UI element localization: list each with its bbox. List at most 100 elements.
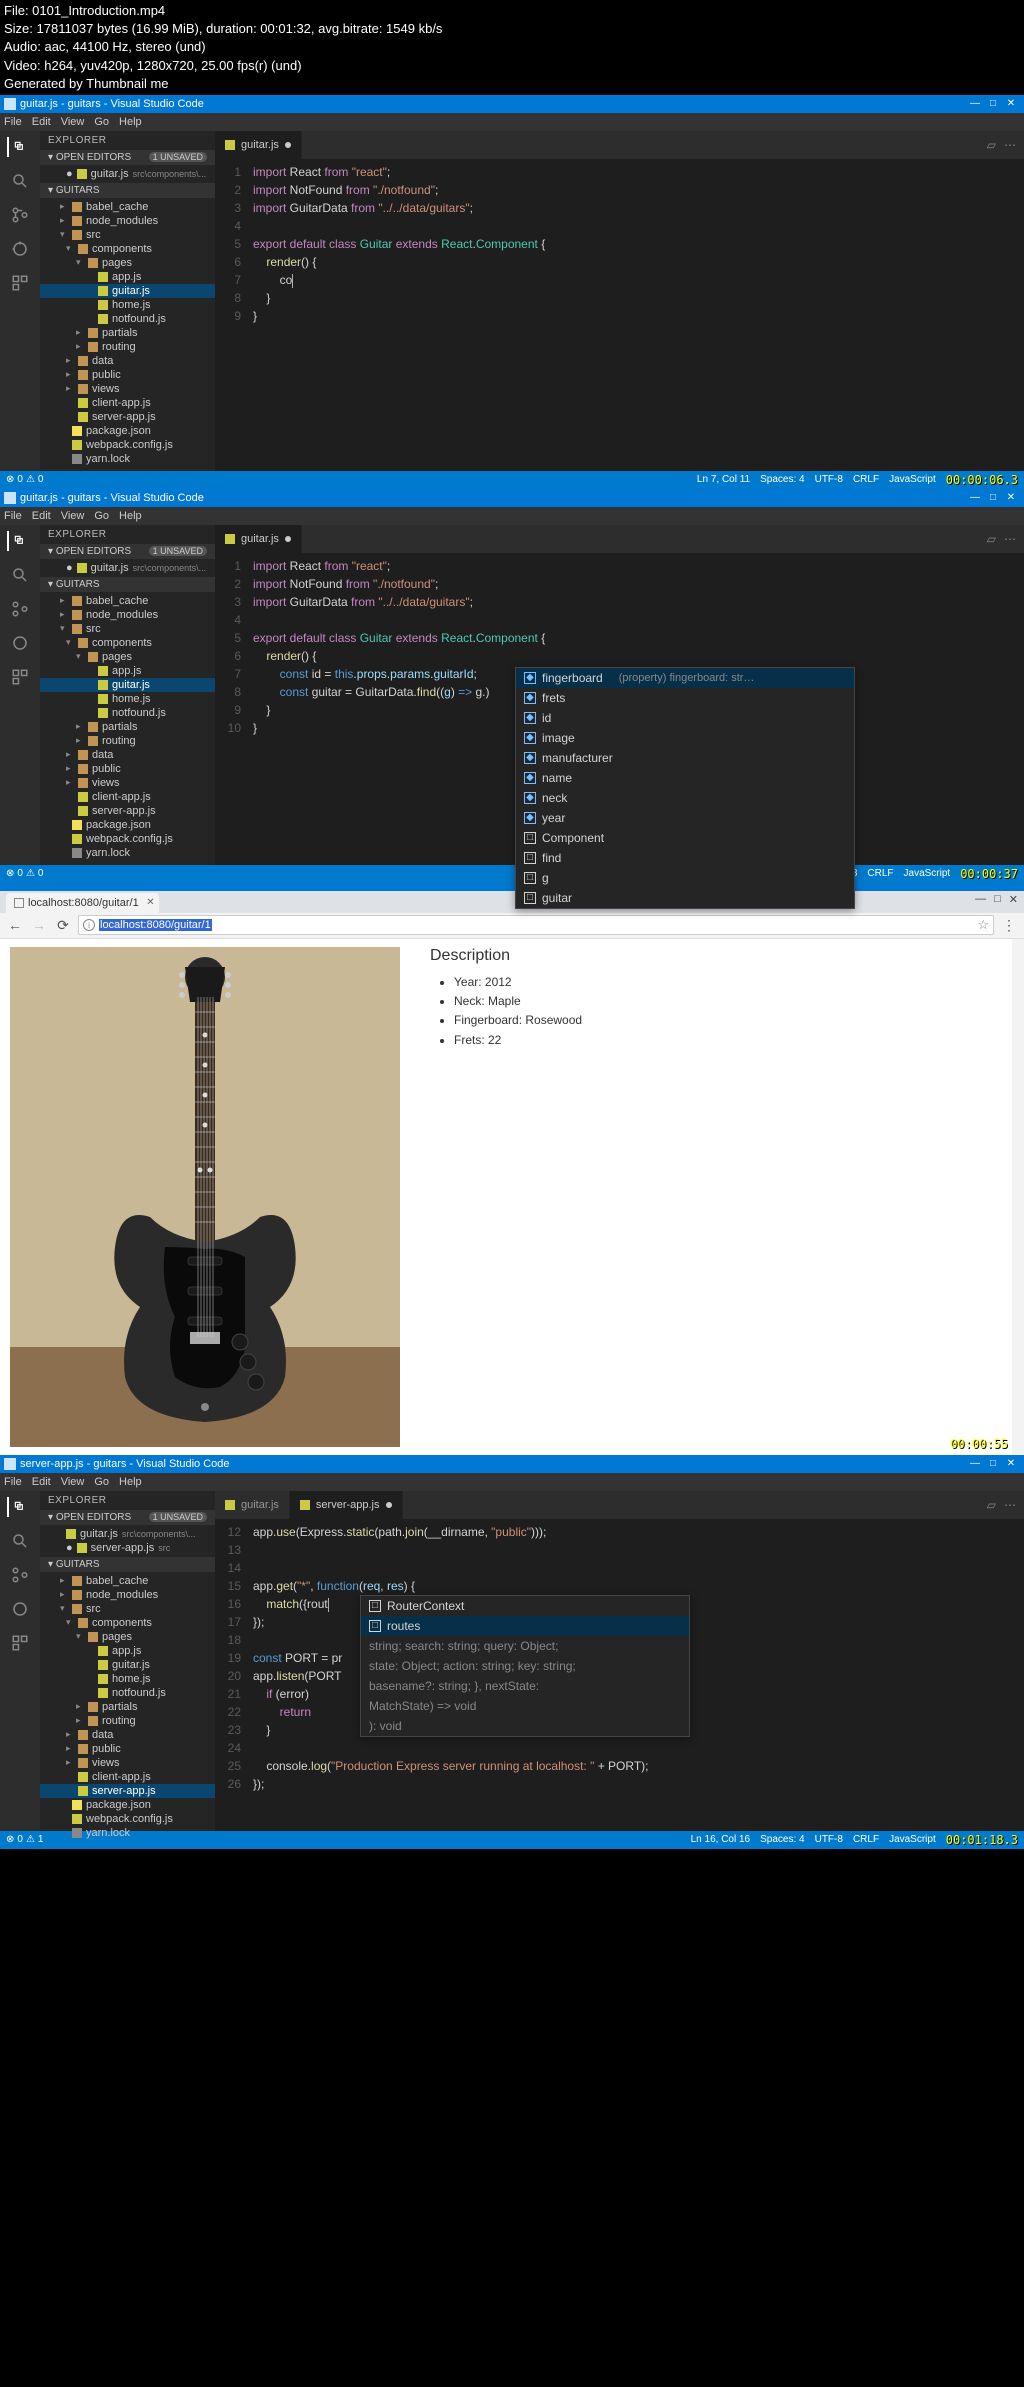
close-button[interactable]: ✕	[1002, 1455, 1020, 1473]
code-editor[interactable]: 12345678910 import React from "react"; i…	[215, 553, 1024, 741]
folder-item[interactable]: ▸babel_cache	[40, 1574, 215, 1588]
titlebar[interactable]: guitar.js - guitars - Visual Studio Code…	[0, 489, 1024, 507]
folder-item[interactable]: ▾src	[40, 622, 215, 636]
folder-item[interactable]: ▸node_modules	[40, 608, 215, 622]
folder-item[interactable]: ▸public	[40, 368, 215, 382]
status-lang[interactable]: JavaScript	[889, 1834, 936, 1845]
maximize-button[interactable]: □	[994, 893, 1001, 906]
explorer-icon[interactable]	[7, 531, 27, 551]
folder-item[interactable]: ▾components	[40, 636, 215, 650]
status-errors[interactable]: ⊗ 0 ⚠ 0	[6, 868, 43, 879]
status-spaces[interactable]: Spaces: 4	[760, 1834, 804, 1845]
intellisense-popup[interactable]: □RouterContext□routesstring; search: str…	[360, 1595, 690, 1737]
minimize-button[interactable]: —	[966, 95, 984, 113]
menu-file[interactable]: File	[4, 1476, 22, 1488]
menu-icon[interactable]: ⋮	[1000, 917, 1018, 934]
split-editor-icon[interactable]: ▱	[987, 138, 996, 152]
folder-item[interactable]: ▸views	[40, 1756, 215, 1770]
debug-icon[interactable]	[10, 633, 30, 653]
status-lang[interactable]: JavaScript	[904, 868, 951, 879]
maximize-button[interactable]: □	[984, 95, 1002, 113]
file-item[interactable]: server-app.js	[40, 410, 215, 424]
file-item[interactable]: package.json	[40, 818, 215, 832]
extensions-icon[interactable]	[10, 1633, 30, 1653]
search-icon[interactable]	[10, 171, 30, 191]
file-item[interactable]: package.json	[40, 424, 215, 438]
intellisense-item[interactable]: ◆image	[516, 728, 854, 748]
search-icon[interactable]	[10, 565, 30, 585]
menu-go[interactable]: Go	[94, 1476, 109, 1488]
explorer-icon[interactable]	[7, 137, 27, 157]
file-item[interactable]: guitar.js	[40, 1658, 215, 1672]
folder-item[interactable]: ▸partials	[40, 1700, 215, 1714]
intellisense-item[interactable]: ◆neck	[516, 788, 854, 808]
browser-tab[interactable]: localhost:8080/guitar/1 ✕	[6, 893, 159, 913]
project-header[interactable]: ▾ GUITARS	[40, 577, 215, 592]
menu-help[interactable]: Help	[119, 116, 142, 128]
scm-icon[interactable]	[10, 599, 30, 619]
folder-item[interactable]: ▾components	[40, 1616, 215, 1630]
status-encoding[interactable]: UTF-8	[815, 474, 843, 485]
file-item[interactable]: app.js	[40, 270, 215, 284]
debug-icon[interactable]	[10, 239, 30, 259]
folder-item[interactable]: ▸views	[40, 382, 215, 396]
open-editor-item[interactable]: ●guitar.js src\components\...	[40, 167, 215, 181]
folder-item[interactable]: ▾pages	[40, 256, 215, 270]
maximize-button[interactable]: □	[984, 489, 1002, 507]
open-editor-item[interactable]: ●server-app.js src	[40, 1541, 215, 1555]
back-button[interactable]: ←	[6, 917, 24, 933]
file-item[interactable]: app.js	[40, 1644, 215, 1658]
maximize-button[interactable]: □	[984, 1455, 1002, 1473]
status-eol[interactable]: CRLF	[867, 868, 893, 879]
minimize-button[interactable]: —	[966, 489, 984, 507]
tab-guitar-js[interactable]: guitar.js	[215, 1491, 290, 1519]
split-editor-icon[interactable]: ▱	[987, 1498, 996, 1512]
file-item[interactable]: home.js	[40, 1672, 215, 1686]
folder-item[interactable]: ▾src	[40, 1602, 215, 1616]
file-item[interactable]: home.js	[40, 298, 215, 312]
intellisense-item[interactable]: ◆year	[516, 808, 854, 828]
status-position[interactable]: Ln 7, Col 11	[697, 474, 750, 485]
scm-icon[interactable]	[10, 1565, 30, 1585]
file-item[interactable]: notfound.js	[40, 1686, 215, 1700]
folder-item[interactable]: ▸node_modules	[40, 214, 215, 228]
file-item[interactable]: notfound.js	[40, 706, 215, 720]
forward-button[interactable]: →	[30, 917, 48, 933]
status-spaces[interactable]: Spaces: 4	[760, 474, 804, 485]
file-item[interactable]: client-app.js	[40, 790, 215, 804]
folder-item[interactable]: ▸routing	[40, 734, 215, 748]
file-item[interactable]: webpack.config.js	[40, 832, 215, 846]
close-button[interactable]: ✕	[1002, 489, 1020, 507]
intellisense-item[interactable]: □g	[516, 868, 854, 888]
folder-item[interactable]: ▸views	[40, 776, 215, 790]
code-editor[interactable]: 123456789 import React from "react"; imp…	[215, 159, 1024, 329]
minimize-button[interactable]: —	[966, 1455, 984, 1473]
folder-item[interactable]: ▸data	[40, 1728, 215, 1742]
more-actions-icon[interactable]: ⋯	[1004, 532, 1016, 546]
titlebar[interactable]: server-app.js - guitars - Visual Studio …	[0, 1455, 1024, 1473]
file-item[interactable]: guitar.js	[40, 284, 215, 298]
reload-button[interactable]: ⟳	[54, 917, 72, 934]
folder-item[interactable]: ▸data	[40, 748, 215, 762]
menu-edit[interactable]: Edit	[32, 1476, 51, 1488]
address-bar[interactable]: i localhost:8080/guitar/1 ☆	[78, 915, 994, 935]
file-item[interactable]: yarn.lock	[40, 452, 215, 466]
status-errors[interactable]: ⊗ 0 ⚠ 1	[6, 1834, 43, 1845]
intellisense-item[interactable]: ◆name	[516, 768, 854, 788]
tab-close-icon[interactable]: ✕	[146, 897, 154, 908]
extensions-icon[interactable]	[10, 273, 30, 293]
open-editor-item[interactable]: guitar.js src\components\...	[40, 1527, 215, 1541]
split-editor-icon[interactable]: ▱	[987, 532, 996, 546]
intellisense-item[interactable]: □RouterContext	[361, 1596, 689, 1616]
intellisense-item[interactable]: □routes	[361, 1616, 689, 1636]
file-item[interactable]: client-app.js	[40, 396, 215, 410]
folder-item[interactable]: ▸data	[40, 354, 215, 368]
file-item[interactable]: yarn.lock	[40, 1826, 215, 1840]
extensions-icon[interactable]	[10, 667, 30, 687]
status-encoding[interactable]: UTF-8	[815, 1834, 843, 1845]
project-header[interactable]: ▾ GUITARS	[40, 1557, 215, 1572]
file-item[interactable]: home.js	[40, 692, 215, 706]
folder-item[interactable]: ▾pages	[40, 1630, 215, 1644]
folder-item[interactable]: ▾components	[40, 242, 215, 256]
menu-view[interactable]: View	[61, 510, 85, 522]
